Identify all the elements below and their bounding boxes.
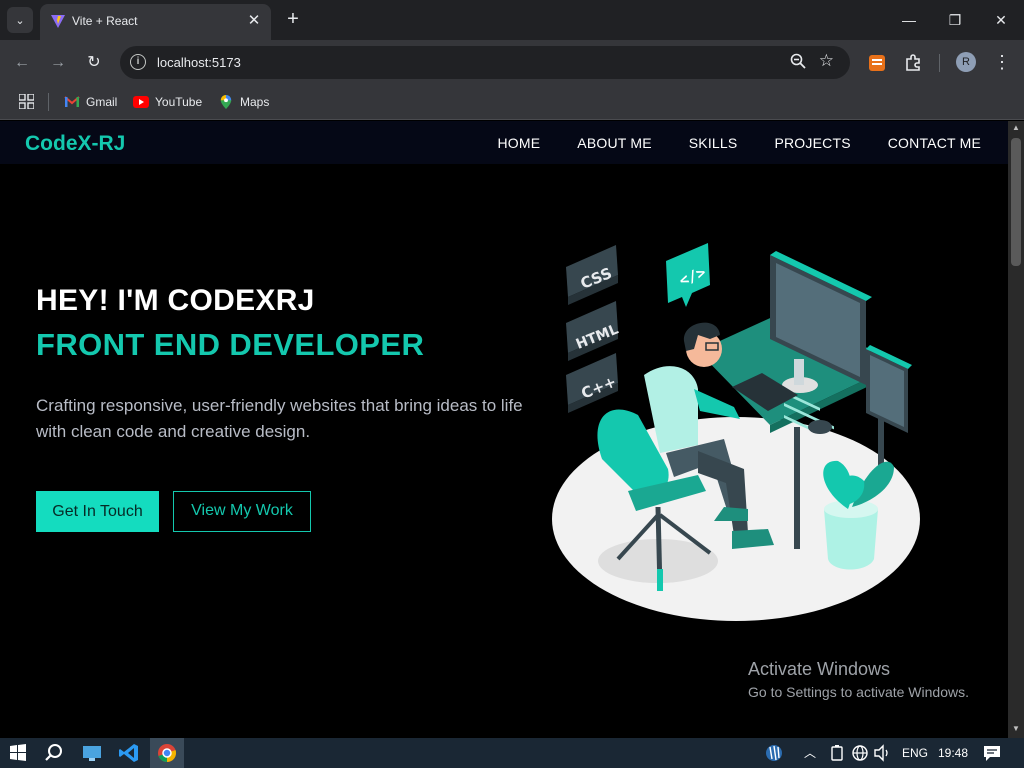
network-globe-icon[interactable]: [848, 742, 872, 764]
bookmarks-divider: [48, 93, 49, 111]
side-monitor: [866, 345, 912, 433]
mouse: [808, 420, 832, 434]
new-tab-button[interactable]: +: [282, 8, 304, 30]
youtube-icon: [133, 96, 149, 108]
desktop-app-icon[interactable]: [80, 742, 104, 764]
clock-time[interactable]: 19:48: [938, 738, 968, 768]
gmail-icon: [64, 96, 80, 107]
cpp-badge: C++: [566, 353, 619, 413]
bookmarks-bar: Gmail YouTube Maps: [0, 85, 1024, 120]
activate-title: Activate Windows: [748, 659, 891, 679]
forward-arrow-icon[interactable]: →: [45, 50, 71, 76]
apps-grid-icon[interactable]: [19, 94, 34, 109]
scroll-up-arrow-icon[interactable]: ▲: [1008, 121, 1024, 135]
developer-illustration: CSS HTML C++ </>: [552, 243, 920, 621]
address-bar[interactable]: i localhost:5173 ☆: [120, 46, 850, 79]
bookmark-maps[interactable]: Maps: [218, 93, 269, 111]
search-icon[interactable]: [42, 742, 66, 764]
tab-close-icon[interactable]: ✕: [245, 12, 263, 30]
view-my-work-button[interactable]: View My Work: [173, 491, 311, 532]
language-indicator[interactable]: ENG: [902, 738, 928, 768]
cricket-app-icon[interactable]: [762, 742, 786, 764]
extensions-puzzle-icon[interactable]: [903, 53, 923, 73]
bookmark-star-icon[interactable]: ☆: [819, 51, 834, 71]
nav-projects[interactable]: PROJECTS: [774, 135, 850, 151]
hero-greeting: HEY! I'M CODEXRJ: [36, 284, 315, 317]
scroll-thumb[interactable]: [1011, 138, 1021, 266]
page-scrollbar[interactable]: ▲ ▼: [1008, 121, 1024, 738]
hero-description: Crafting responsive, user-friendly websi…: [36, 396, 523, 441]
bookmark-label: YouTube: [155, 95, 203, 109]
window-close-button[interactable]: ✕: [978, 0, 1024, 40]
site-navbar: CodeX-RJ HOME ABOUT ME SKILLS PROJECTS C…: [0, 121, 1008, 164]
bookmark-label: Maps: [240, 95, 270, 109]
chrome-icon[interactable]: [155, 742, 179, 764]
scroll-down-arrow-icon[interactable]: ▼: [1008, 722, 1024, 736]
zoom-icon[interactable]: [790, 53, 806, 69]
toolbar-divider: [939, 54, 940, 72]
css-badge: CSS: [566, 245, 618, 305]
windows-taskbar: ︿ ENG 19:48: [0, 738, 1024, 768]
maps-icon: [220, 95, 232, 109]
tray-chevron-up-icon[interactable]: ︿: [804, 738, 816, 768]
vscode-icon[interactable]: [117, 742, 141, 764]
nav-contact-me[interactable]: CONTACT ME: [888, 135, 981, 151]
battery-icon[interactable]: [826, 742, 850, 764]
browser-menu-icon[interactable]: ⋮: [993, 50, 1011, 74]
browser-tab[interactable]: Vite + React ✕: [40, 4, 271, 40]
restore-button[interactable]: ❐: [932, 0, 978, 40]
nav-skills[interactable]: SKILLS: [689, 135, 738, 151]
notifications-icon[interactable]: [980, 742, 1004, 764]
get-in-touch-button[interactable]: Get In Touch: [36, 491, 159, 532]
tab-search-chevron-icon[interactable]: ⌄: [7, 7, 33, 33]
nav-home[interactable]: HOME: [497, 135, 540, 151]
hero-role: FRONT END DEVELOPER: [36, 327, 425, 362]
url-text[interactable]: localhost:5173: [157, 55, 241, 70]
tab-title: Vite + React: [72, 14, 138, 28]
bookmark-gmail[interactable]: Gmail: [64, 93, 117, 111]
profile-avatar[interactable]: R: [956, 52, 976, 72]
back-arrow-icon[interactable]: ←: [9, 50, 35, 76]
bookmark-label: Gmail: [86, 95, 118, 109]
html-badge: HTML: [566, 301, 621, 361]
site-logo[interactable]: CodeX-RJ: [25, 132, 125, 156]
bookmark-youtube[interactable]: YouTube: [133, 93, 202, 111]
extension-orange-icon[interactable]: [867, 53, 887, 73]
code-bubble: </>: [666, 243, 710, 307]
web-page: CodeX-RJ HOME ABOUT ME SKILLS PROJECTS C…: [0, 121, 1008, 738]
browser-toolbar: ← → ↻ i localhost:5173 ☆ R ⋮: [0, 40, 1024, 85]
activate-subtitle: Go to Settings to activate Windows.: [748, 684, 969, 700]
nav-links: HOME ABOUT ME SKILLS PROJECTS CONTACT ME: [497, 121, 1008, 164]
minimize-button[interactable]: —: [886, 0, 932, 40]
activate-windows-watermark: Activate Windows Go to Settings to activ…: [748, 659, 969, 700]
browser-tab-bar: ⌄ Vite + React ✕ + — ❐ ✕: [0, 0, 1024, 40]
reload-icon[interactable]: ↻: [81, 50, 107, 76]
vite-favicon-icon: [51, 15, 65, 28]
windows-start-icon[interactable]: [6, 742, 30, 764]
site-info-icon[interactable]: i: [130, 54, 146, 70]
volume-icon[interactable]: [870, 742, 894, 764]
nav-about-me[interactable]: ABOUT ME: [577, 135, 651, 151]
